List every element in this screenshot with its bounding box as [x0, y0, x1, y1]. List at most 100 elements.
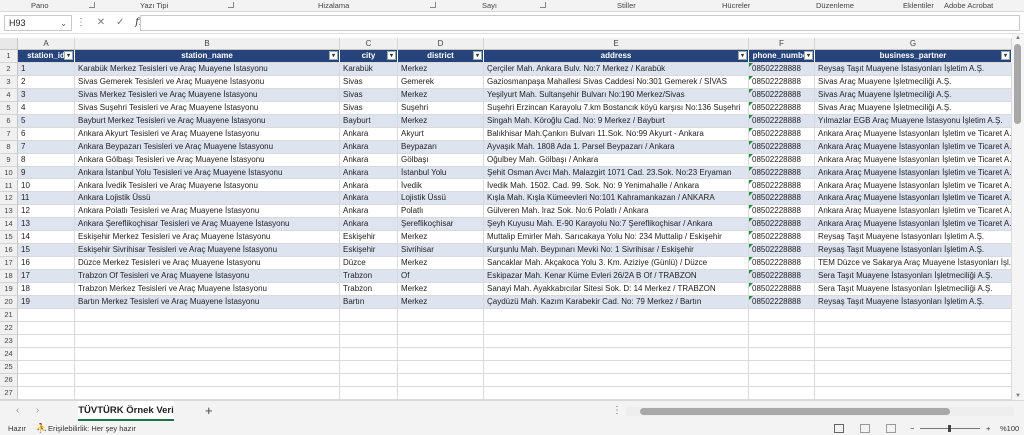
filter-dropdown-icon[interactable]: ▾ [329, 51, 338, 60]
table-cell[interactable]: 7 [18, 140, 75, 154]
empty-cell[interactable] [398, 347, 484, 361]
empty-cell[interactable] [75, 386, 340, 400]
empty-cell[interactable] [75, 309, 340, 322]
table-cell[interactable]: Ankara [340, 153, 398, 167]
row-header[interactable]: 5 [0, 101, 18, 115]
table-cell[interactable]: Bayburt Merkez Tesisleri ve Araç Muayene… [75, 114, 340, 128]
worksheet-grid[interactable]: A B C D E F G 1 station_id ▾ station_name ▾ city ▾ dis… [0, 34, 1012, 400]
dialog-launcher-icon[interactable] [430, 2, 436, 8]
row-header[interactable]: 20 [0, 296, 18, 309]
table-cell[interactable]: Reysaş Taşıt Muayene İstasyonları İşleti… [815, 231, 1012, 245]
table-cell[interactable]: Reysaş Taşıt Muayene İstasyonları İşleti… [815, 244, 1012, 258]
next-sheet-icon[interactable]: › [36, 405, 39, 416]
table-cell[interactable]: Bartın Merkez Tesisleri ve Araç Muayene … [75, 296, 340, 309]
table-cell[interactable]: Lojistik Üssü [398, 192, 484, 206]
page-break-view-icon[interactable] [886, 424, 896, 433]
table-cell[interactable]: 08502228888 [749, 140, 815, 154]
cancel-icon[interactable]: ✕ [97, 15, 105, 31]
table-cell[interactable]: Merkez [398, 231, 484, 245]
name-box[interactable]: H93 ⌄ [4, 15, 72, 31]
filter-dropdown-icon[interactable]: ▾ [804, 51, 813, 60]
table-cell[interactable]: Trabzon Of Tesisleri ve Araç Muayene İst… [75, 270, 340, 284]
empty-cell[interactable] [18, 360, 75, 374]
table-cell[interactable]: 17 [18, 270, 75, 284]
table-cell[interactable]: Sivrihisar [398, 244, 484, 258]
table-cell[interactable]: Sivas Gemerek Tesisleri ve Araç Muayene … [75, 75, 340, 89]
table-cell[interactable]: 08502228888 [749, 283, 815, 297]
table-cell[interactable]: Düzce [340, 257, 398, 271]
table-cell[interactable]: İstanbul Yolu [398, 166, 484, 180]
row-header[interactable]: 17 [0, 257, 18, 271]
table-cell[interactable]: 08502228888 [749, 257, 815, 271]
horizontal-scrollbar[interactable] [626, 407, 1014, 416]
table-cell[interactable]: Sivas Merkez Tesisleri ve Araç Muayene İ… [75, 88, 340, 102]
table-header-cell[interactable]: station_id ▾ [18, 50, 75, 63]
empty-cell[interactable] [815, 321, 1012, 335]
column-header-a[interactable]: A [18, 38, 75, 50]
select-all-corner[interactable] [0, 38, 18, 50]
table-cell[interactable]: TEM Düzce ve Sakarya Araç Muayene İstasy… [815, 257, 1012, 271]
table-cell[interactable]: Ankara [340, 218, 398, 232]
table-cell[interactable]: 08502228888 [749, 205, 815, 219]
column-header-c[interactable]: C [340, 38, 398, 50]
dialog-launcher-icon[interactable] [540, 2, 546, 8]
table-cell[interactable]: Ankara Polatlı Tesisleri ve Araç Muayene… [75, 205, 340, 219]
empty-cell[interactable] [484, 386, 749, 400]
normal-view-icon[interactable] [834, 424, 844, 433]
row-header[interactable]: 6 [0, 114, 18, 128]
table-cell[interactable]: Merkez [398, 283, 484, 297]
table-cell[interactable]: Sivas Suşehri Tesisleri ve Araç Muayene … [75, 101, 340, 115]
table-cell[interactable]: Karabük [340, 62, 398, 76]
table-cell[interactable]: Ankara Araç Muayene İstasyonları İşletim… [815, 218, 1012, 232]
table-cell[interactable]: Ankara Araç Muayene İstasyonları İşletim… [815, 153, 1012, 167]
table-cell[interactable]: 6 [18, 127, 75, 141]
table-cell[interactable]: Ankara [340, 205, 398, 219]
table-cell[interactable]: 08502228888 [749, 296, 815, 309]
table-cell[interactable]: Yılmazlar EGB Araç Muayene İstasyonu İşl… [815, 114, 1012, 128]
empty-cell[interactable] [75, 347, 340, 361]
row-header[interactable]: 18 [0, 270, 18, 284]
prev-sheet-icon[interactable]: ‹ [16, 405, 19, 416]
column-header-b[interactable]: B [75, 38, 340, 50]
table-cell[interactable]: Ankara [340, 140, 398, 154]
table-cell[interactable]: 08502228888 [749, 62, 815, 76]
zoom-level[interactable]: %100 [1000, 422, 1019, 435]
table-cell[interactable]: Of [398, 270, 484, 284]
empty-cell[interactable] [815, 334, 1012, 348]
scroll-up-icon[interactable]: ▲ [1015, 35, 1021, 41]
table-cell[interactable]: 08502228888 [749, 179, 815, 193]
row-header[interactable]: 23 [0, 334, 18, 348]
table-cell[interactable]: Ankara Araç Muayene İstasyonları İşletim… [815, 127, 1012, 141]
table-cell[interactable]: 08502228888 [749, 218, 815, 232]
filter-dropdown-icon[interactable]: ▾ [738, 51, 747, 60]
table-cell[interactable]: Akyurt [398, 127, 484, 141]
table-header-cell[interactable]: address ▾ [484, 50, 749, 63]
table-cell[interactable]: Sanayi Mah. Ayakkabıcılar Sitesi Sok. D:… [484, 283, 749, 297]
table-cell[interactable]: Ayvaşık Mah. 1808 Ada 1. Parsel Beypazar… [484, 140, 749, 154]
scroll-down-icon[interactable]: ▼ [1015, 393, 1021, 399]
chevron-down-icon[interactable]: ⌄ [60, 17, 67, 31]
table-cell[interactable]: 11 [18, 192, 75, 206]
table-cell[interactable]: Merkez [398, 257, 484, 271]
row-header[interactable]: 25 [0, 360, 18, 374]
table-header-cell[interactable]: district ▾ [398, 50, 484, 63]
empty-cell[interactable] [398, 321, 484, 335]
table-cell[interactable]: Trabzon Merkez Tesisleri ve Araç Muayene… [75, 283, 340, 297]
empty-cell[interactable] [340, 373, 398, 387]
table-cell[interactable]: 08502228888 [749, 153, 815, 167]
confirm-icon[interactable]: ✓ [116, 15, 124, 31]
table-cell[interactable]: Sivas [340, 75, 398, 89]
row-header[interactable]: 10 [0, 166, 18, 180]
table-cell[interactable]: Sancaklar Mah. Akçakoca Yolu 3. Km. Aziz… [484, 257, 749, 271]
row-header[interactable]: 1 [0, 50, 18, 63]
empty-cell[interactable] [484, 347, 749, 361]
page-layout-view-icon[interactable] [860, 424, 870, 433]
empty-cell[interactable] [815, 373, 1012, 387]
empty-cell[interactable] [75, 321, 340, 335]
table-cell[interactable]: Merkez [398, 114, 484, 128]
table-cell[interactable]: 08502228888 [749, 127, 815, 141]
empty-cell[interactable] [484, 334, 749, 348]
empty-cell[interactable] [340, 321, 398, 335]
table-cell[interactable]: 08502228888 [749, 101, 815, 115]
table-cell[interactable]: Beypazarı [398, 140, 484, 154]
